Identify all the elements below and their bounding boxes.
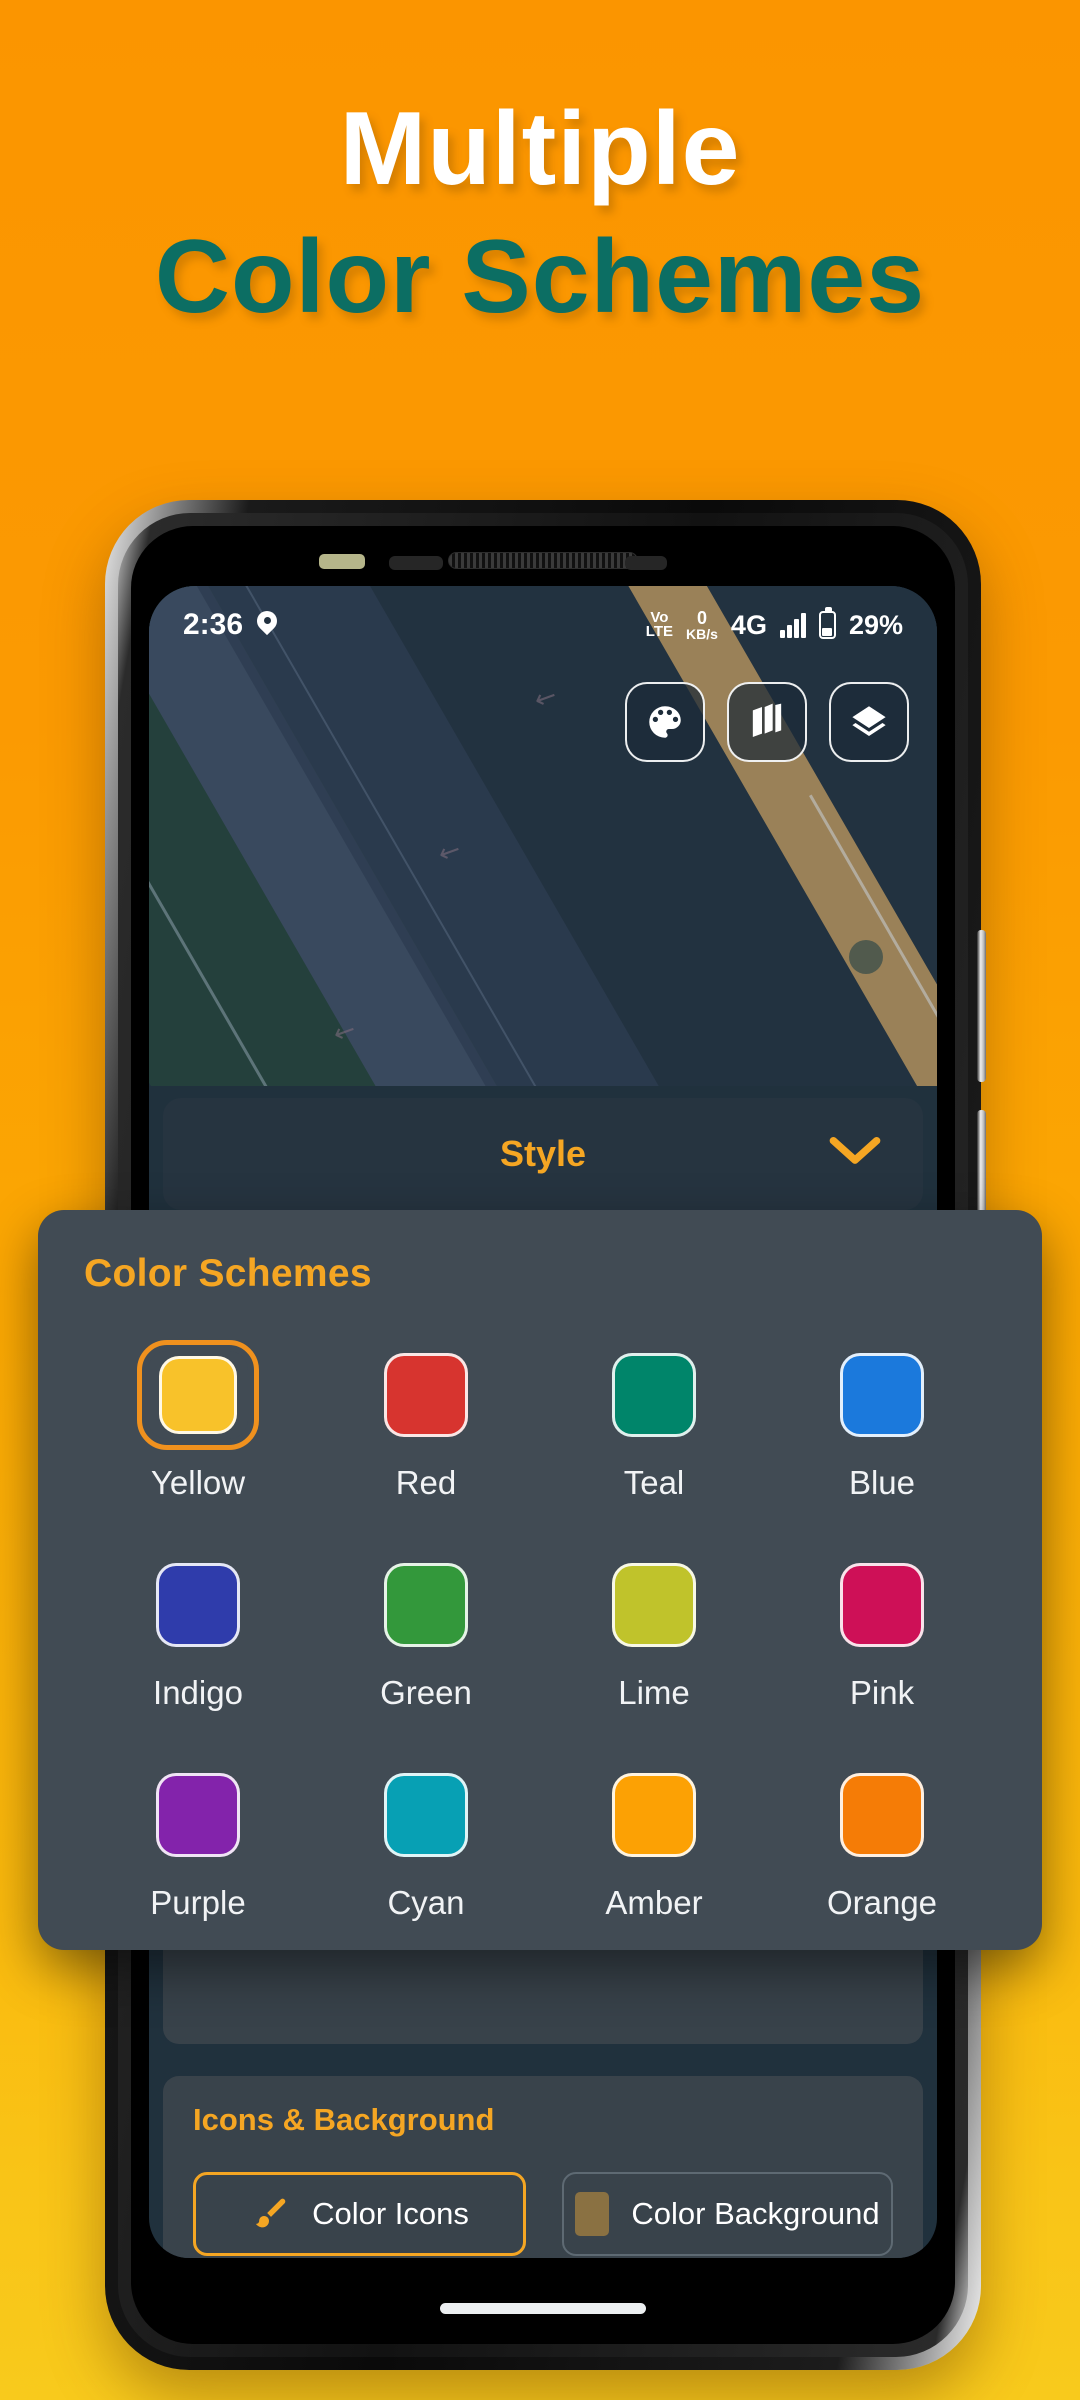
color-swatch-wrapper[interactable] [365, 1760, 487, 1870]
color-icons-button[interactable]: Color Icons [193, 2172, 526, 2256]
chevron-down-icon [829, 1136, 881, 1164]
color-swatch-wrapper[interactable] [593, 1760, 715, 1870]
background-color-swatch [575, 2192, 610, 2236]
home-indicator[interactable] [440, 2303, 646, 2314]
color-swatch-wrapper[interactable] [593, 1340, 715, 1450]
color-scheme-label: Yellow [150, 1464, 246, 1501]
status-bar-left: 2:36 [183, 608, 277, 642]
signal-bars-icon [779, 612, 806, 638]
color-scheme-item-orange[interactable]: Orange [821, 1760, 943, 1922]
style-collapse-button[interactable] [829, 1136, 881, 1173]
volte-icon: Vo LTE [645, 608, 674, 640]
map-type-button[interactable] [727, 682, 807, 762]
color-scheme-label: Blue [848, 1464, 916, 1501]
volume-button[interactable] [977, 930, 986, 1082]
paint-brush-icon [255, 2198, 286, 2228]
style-section-header[interactable]: Style [163, 1098, 923, 1210]
palette-icon [649, 706, 681, 738]
color-swatch[interactable] [612, 1353, 696, 1437]
color-swatch[interactable] [384, 1563, 468, 1647]
color-scheme-item-amber[interactable]: Amber [593, 1760, 715, 1922]
network-type-label: 4G [730, 609, 767, 640]
color-scheme-label: Green [380, 1674, 472, 1711]
icons-background-buttons: Color Icons Color Background [193, 2172, 893, 2256]
icons-background-card: Icons & Background Color Icons Color Bac… [163, 2076, 923, 2258]
color-swatch-wrapper[interactable] [821, 1760, 943, 1870]
palette-button[interactable] [625, 682, 705, 762]
style-label: Style [499, 1133, 587, 1174]
status-time: 2:36 [183, 608, 244, 641]
map-view[interactable]: ↙ ↙ ↙ 2:36 Vo LTE 0 KB/s 4G 29% [149, 586, 937, 1086]
battery-percent-label: 29% [848, 609, 903, 640]
sensor-icon [319, 554, 365, 569]
color-schemes-title: Color Schemes [84, 1252, 372, 1295]
color-scheme-label: Pink [849, 1674, 915, 1711]
color-scheme-item-blue[interactable]: Blue [821, 1340, 943, 1502]
color-scheme-label: Orange [826, 1884, 938, 1921]
layers-button[interactable] [829, 682, 909, 762]
color-swatch-wrapper[interactable] [137, 1550, 259, 1660]
color-scheme-item-green[interactable]: Green [365, 1550, 487, 1712]
layers-icon [852, 706, 886, 736]
color-swatch[interactable] [384, 1353, 468, 1437]
color-scheme-label: Purple [150, 1884, 246, 1921]
color-swatch[interactable] [156, 1563, 240, 1647]
battery-icon [818, 607, 836, 639]
color-background-label: Color Background [631, 2196, 880, 2231]
color-swatch[interactable] [612, 1773, 696, 1857]
data-rate-indicator: 0 KB/s [686, 608, 718, 642]
color-swatch[interactable] [159, 1356, 237, 1434]
color-swatch-wrapper[interactable] [593, 1550, 715, 1660]
color-scheme-item-cyan[interactable]: Cyan [365, 1760, 487, 1922]
icons-background-title: Icons & Background [193, 2102, 495, 2137]
proximity-sensor-icon [625, 556, 667, 570]
map-controls [625, 682, 909, 762]
color-swatch-wrapper[interactable] [365, 1340, 487, 1450]
color-scheme-item-pink[interactable]: Pink [821, 1550, 943, 1712]
color-icons-label: Color Icons [312, 2196, 469, 2231]
color-scheme-label: Indigo [153, 1674, 243, 1711]
color-scheme-label: Red [395, 1464, 457, 1501]
color-scheme-label: Teal [623, 1464, 685, 1501]
color-swatch[interactable] [612, 1563, 696, 1647]
headline-line-2: Color Schemes [154, 219, 926, 336]
color-swatch-wrapper[interactable] [821, 1340, 943, 1450]
location-pin-icon [257, 611, 277, 639]
color-swatch[interactable] [840, 1563, 924, 1647]
color-swatch-wrapper[interactable] [137, 1760, 259, 1870]
earpiece-speaker-icon [448, 552, 638, 569]
status-bar: 2:36 Vo LTE 0 KB/s 4G 29% [149, 586, 937, 664]
color-swatch[interactable] [840, 1773, 924, 1857]
color-swatch[interactable] [156, 1773, 240, 1857]
color-scheme-item-lime[interactable]: Lime [593, 1550, 715, 1712]
color-scheme-item-yellow[interactable]: Yellow [137, 1340, 259, 1502]
promo-headline: Multiple Color Schemes [0, 0, 1080, 330]
color-scheme-label: Cyan [387, 1884, 465, 1921]
color-swatch[interactable] [384, 1773, 468, 1857]
color-schemes-grid: Yellow Red Teal Blue Indigo Green Lime Pink Purp… [84, 1340, 996, 1922]
color-swatch[interactable] [840, 1353, 924, 1437]
color-scheme-item-indigo[interactable]: Indigo [137, 1550, 259, 1712]
color-swatch-wrapper[interactable] [821, 1550, 943, 1660]
map-poi-dot [849, 940, 883, 974]
color-swatch-wrapper[interactable] [137, 1340, 259, 1450]
color-scheme-item-purple[interactable]: Purple [137, 1760, 259, 1922]
color-scheme-item-red[interactable]: Red [365, 1340, 487, 1502]
color-scheme-item-teal[interactable]: Teal [593, 1340, 715, 1502]
status-bar-right: Vo LTE 0 KB/s 4G 29% [645, 607, 903, 642]
color-scheme-label: Amber [605, 1884, 703, 1921]
color-background-button[interactable]: Color Background [562, 2172, 893, 2256]
color-swatch-wrapper[interactable] [365, 1550, 487, 1660]
color-schemes-dialog: Color Schemes Yellow Red Teal Blue Indigo Gre… [38, 1210, 1042, 1950]
headline-line-1: Multiple [339, 91, 741, 207]
front-camera-icon [389, 556, 443, 570]
map-icon [752, 703, 782, 737]
color-scheme-label: Lime [618, 1674, 690, 1711]
